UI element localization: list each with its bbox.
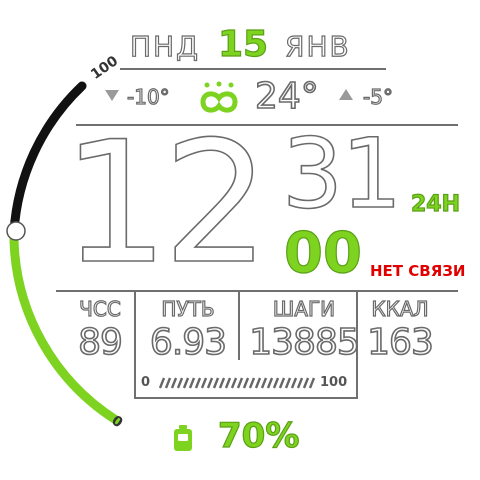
- day-of-week: ПНД: [129, 29, 200, 63]
- progress-mark: [236, 377, 244, 389]
- steps-value[interactable]: 13885: [242, 321, 366, 364]
- progress-mark: [170, 377, 178, 389]
- gauge-knob: [6, 221, 26, 241]
- battery-percent: 70%: [217, 415, 300, 456]
- progress-mark: [230, 377, 238, 389]
- progress-mark: [254, 377, 262, 389]
- time-seconds: 00: [283, 221, 362, 286]
- progress-mark: [260, 377, 268, 389]
- distance-value[interactable]: 6.93: [138, 321, 238, 364]
- progress-mark: [290, 377, 298, 389]
- time-format-badge: 24H: [410, 191, 461, 217]
- current-temperature: 24°: [254, 75, 319, 118]
- connection-status: НЕТ СВЯЗИ: [370, 262, 466, 280]
- battery-icon: [174, 425, 192, 451]
- heart-rate-value[interactable]: 89: [60, 321, 140, 364]
- progress-mark: [212, 377, 220, 389]
- divider-progress: [134, 397, 358, 399]
- progress-mark: [182, 377, 190, 389]
- progress-max-label: 100: [320, 375, 348, 390]
- steps-progress-bar: [158, 377, 316, 389]
- time-minutes: 31: [281, 118, 403, 230]
- calories-label: ККАЛ: [371, 296, 429, 321]
- month: ЯНВ: [284, 29, 351, 63]
- progress-mark: [278, 377, 286, 389]
- progress-mark: [206, 377, 214, 389]
- day-of-month: 15: [217, 23, 269, 65]
- progress-mark: [296, 377, 304, 389]
- max-temperature: -5°: [362, 84, 393, 109]
- progress-mark: [164, 377, 172, 389]
- progress-mark: [176, 377, 184, 389]
- progress-mark: [224, 377, 232, 389]
- progress-mark: [284, 377, 292, 389]
- progress-mark: [218, 377, 226, 389]
- progress-mark: [302, 377, 310, 389]
- distance-label: ПУТЬ: [161, 296, 215, 321]
- progress-mark: [308, 377, 316, 389]
- progress-mark: [272, 377, 280, 389]
- progress-mark: [200, 377, 208, 389]
- triangle-up-icon: [339, 89, 353, 100]
- progress-mark: [194, 377, 202, 389]
- time-hours[interactable]: 12: [61, 117, 270, 289]
- heart-rate-label: ЧСС: [79, 296, 122, 321]
- progress-mark: [188, 377, 196, 389]
- triangle-down-icon: [105, 90, 119, 101]
- calories-value[interactable]: 163: [358, 321, 442, 364]
- progress-mark: [242, 377, 250, 389]
- steps-label: ШАГИ: [272, 296, 336, 321]
- divider-date: [120, 68, 386, 70]
- progress-mark: [158, 377, 166, 389]
- divider-v2: [238, 292, 240, 360]
- progress-min-label: 0: [141, 375, 151, 390]
- progress-mark: [266, 377, 274, 389]
- progress-mark: [248, 377, 256, 389]
